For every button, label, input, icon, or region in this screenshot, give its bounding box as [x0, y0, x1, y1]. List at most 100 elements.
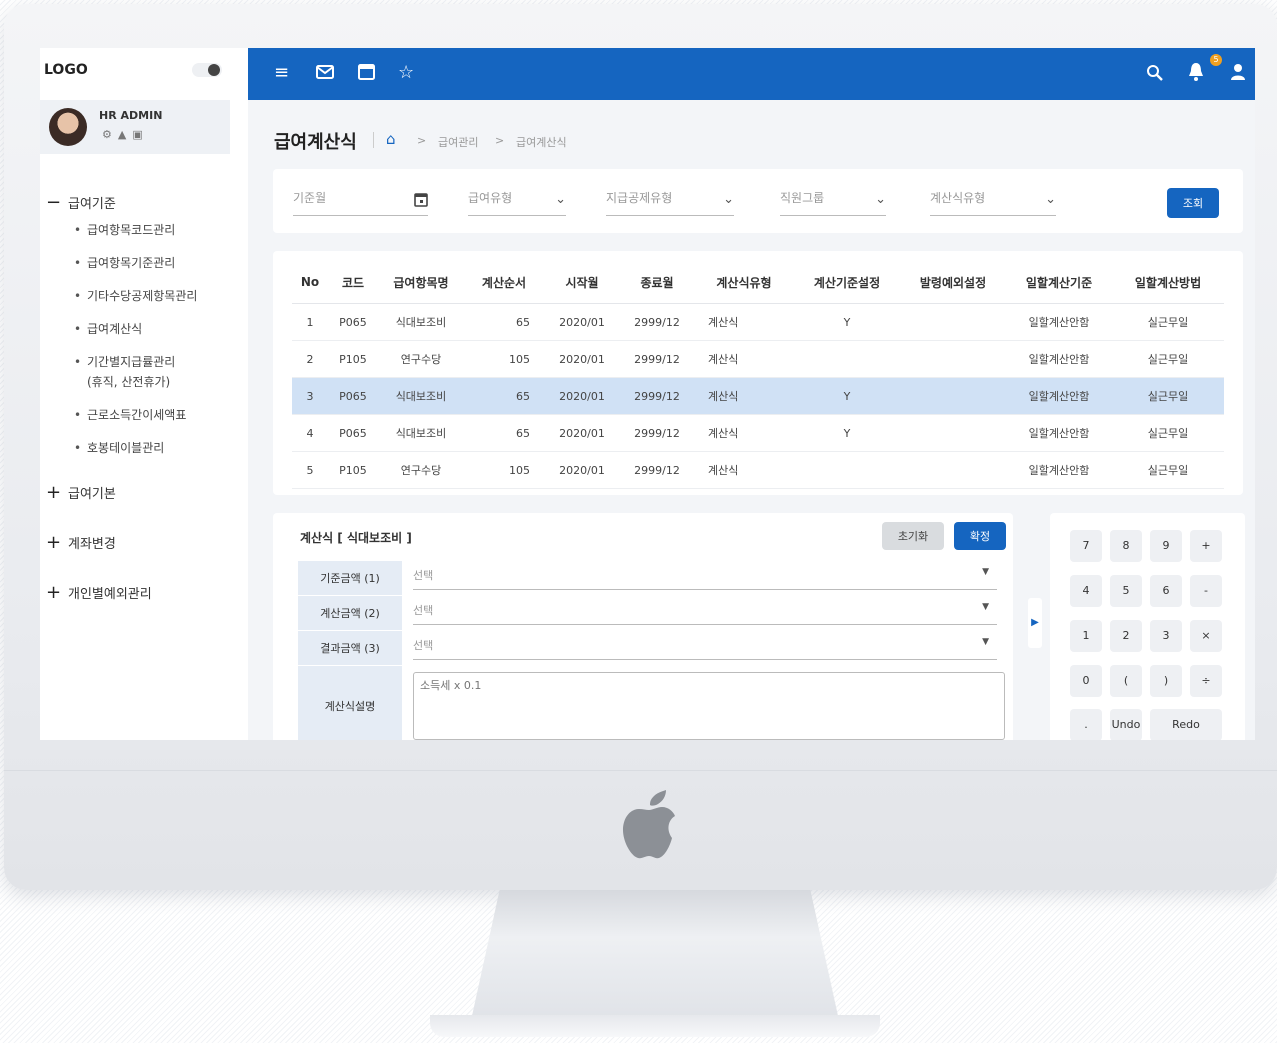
key-3[interactable]: 3	[1150, 620, 1182, 652]
monitor-chin-divider	[4, 770, 1277, 771]
sidebar-item-pay-code[interactable]: 급여항목코드관리	[46, 222, 246, 238]
column-header[interactable]: 종료월	[620, 261, 694, 304]
menu-group-label: 급여기본	[68, 486, 116, 502]
cell-prorate-method: 실근무일	[1112, 340, 1224, 378]
column-header[interactable]: 계산식유형	[694, 261, 794, 304]
key-divide[interactable]: ÷	[1190, 665, 1222, 697]
person-icon[interactable]: ▲	[118, 128, 132, 141]
column-header[interactable]: 일할계산기준	[1006, 261, 1112, 304]
home-icon[interactable]: ⌂	[386, 130, 396, 148]
formula-type-select[interactable]: 계산식유형 ⌄	[930, 189, 1056, 216]
key-minus[interactable]: -	[1190, 575, 1222, 607]
sidebar-item-period-rate-note: (휴직, 산전휴가)	[87, 375, 171, 389]
key-4[interactable]: 4	[1070, 575, 1102, 607]
key-close-paren[interactable]: )	[1150, 665, 1182, 697]
cell-formula-type: 계산식	[694, 377, 794, 415]
bell-icon[interactable]	[1188, 62, 1204, 82]
table-row[interactable]: 2 P105 연구수당 105 2020/01 2999/12 계산식 일할계산…	[292, 340, 1224, 378]
deduction-type-select[interactable]: 지급공제유형 ⌄	[606, 189, 734, 216]
base-amount-select[interactable]: 선택 ▼	[413, 567, 997, 590]
column-header[interactable]: 코드	[328, 261, 378, 304]
menu-group-personal-exception[interactable]: + 개인별예외관리	[46, 578, 246, 606]
cell-end-month: 2999/12	[620, 340, 694, 378]
gear-icon[interactable]: ⚙	[102, 128, 118, 141]
menu-icon[interactable]: ≡	[274, 62, 289, 83]
table-row[interactable]: 4 P065 식대보조비 65 2020/01 2999/12 계산식 Y 일할…	[292, 414, 1224, 452]
cell-calc-setting: Y	[794, 414, 900, 452]
sidebar-item-salary-step[interactable]: 호봉테이블관리	[46, 440, 246, 456]
key-plus[interactable]: +	[1190, 530, 1222, 562]
redo-button[interactable]: Redo	[1150, 709, 1222, 740]
table-row-selected[interactable]: 3 P065 식대보조비 65 2020/01 2999/12 계산식 Y 일할…	[292, 377, 1224, 415]
page-title: 급여계산식	[274, 132, 357, 153]
base-month-field[interactable]: 기준월	[293, 189, 428, 216]
pay-formula-table: No 코드 급여항목명 계산순서 시작월 종료월 계산식유형 계산기준설정 발령…	[292, 261, 1224, 489]
app-logo: LOGO	[44, 62, 88, 78]
table-row[interactable]: 5 P105 연구수당 105 2020/01 2999/12 계산식 일할계산…	[292, 451, 1224, 489]
formula-description-label: 계산식설명	[298, 666, 402, 740]
card-icon[interactable]: ▣	[132, 128, 148, 141]
mail-icon[interactable]	[316, 64, 334, 80]
key-2[interactable]: 2	[1110, 620, 1142, 652]
column-header[interactable]: 일할계산방법	[1112, 261, 1224, 304]
key-decimal[interactable]: .	[1070, 709, 1102, 740]
key-multiply[interactable]: ×	[1190, 620, 1222, 652]
formula-description-input[interactable]	[413, 672, 1005, 740]
confirm-button[interactable]: 확정	[954, 522, 1006, 550]
sidebar-item-tax-table[interactable]: 근로소득간이세액표	[46, 407, 246, 423]
cell-end-month: 2999/12	[620, 303, 694, 341]
sidebar-item-allowance-deduction[interactable]: 기타수당공제항목관리	[46, 288, 246, 304]
calc-amount-label: 계산금액 (2)	[298, 596, 402, 630]
undo-button[interactable]: Undo	[1110, 709, 1142, 740]
top-bar: ≡ ☆ 5	[248, 48, 1255, 100]
reset-button[interactable]: 초기화	[882, 522, 944, 550]
cell-calc-setting: Y	[794, 303, 900, 341]
base-amount-value: 선택	[413, 569, 434, 582]
sidebar-item-pay-standard[interactable]: 급여항목기준관리	[46, 255, 246, 271]
result-amount-select[interactable]: 선택 ▼	[413, 637, 997, 660]
monitor-stand-base	[430, 1015, 880, 1037]
key-7[interactable]: 7	[1070, 530, 1102, 562]
table-header-row: No 코드 급여항목명 계산순서 시작월 종료월 계산식유형 계산기준설정 발령…	[292, 261, 1224, 304]
column-header[interactable]: 계산순서	[464, 261, 544, 304]
key-9[interactable]: 9	[1150, 530, 1182, 562]
column-header[interactable]: 시작월	[544, 261, 620, 304]
column-header[interactable]: No	[292, 261, 328, 304]
key-open-paren[interactable]: (	[1110, 665, 1142, 697]
cell-calc-setting	[794, 451, 900, 489]
user-icon[interactable]	[1230, 63, 1246, 81]
menu-group-account-change[interactable]: + 계좌변경	[46, 528, 246, 556]
panel-toggle-arrow-icon[interactable]: ▶	[1028, 598, 1042, 648]
key-0[interactable]: 0	[1070, 665, 1102, 697]
breadcrumb-item[interactable]: 급여관리	[438, 134, 478, 150]
menu-group-pay-standard[interactable]: − 급여기준	[46, 188, 246, 216]
calendar-icon[interactable]	[414, 192, 428, 207]
key-8[interactable]: 8	[1110, 530, 1142, 562]
menu-group-pay-basic[interactable]: + 급여기본	[46, 478, 246, 506]
key-5[interactable]: 5	[1110, 575, 1142, 607]
key-6[interactable]: 6	[1150, 575, 1182, 607]
cell-prorate-method: 실근무일	[1112, 414, 1224, 452]
formula-title: 계산식 [ 식대보조비 ]	[300, 531, 412, 545]
pay-type-select[interactable]: 급여유형 ⌄	[468, 189, 566, 216]
column-header[interactable]: 발령예외설정	[900, 261, 1006, 304]
calendar-icon[interactable]	[358, 63, 375, 80]
caret-down-icon: ▼	[982, 567, 989, 577]
search-button[interactable]: 조회	[1167, 188, 1219, 218]
table-row[interactable]: 1 P065 식대보조비 65 2020/01 2999/12 계산식 Y 일할…	[292, 303, 1224, 341]
cell-item-name: 연구수당	[378, 451, 464, 489]
calc-amount-select[interactable]: 선택 ▼	[413, 602, 997, 625]
cell-prorate-method: 실근무일	[1112, 451, 1224, 489]
notification-badge: 5	[1210, 54, 1222, 66]
column-header[interactable]: 계산기준설정	[794, 261, 900, 304]
column-header[interactable]: 급여항목명	[378, 261, 464, 304]
sidebar-item-pay-formula[interactable]: 급여계산식	[46, 321, 246, 337]
profile-card: HR ADMIN ⚙▲▣	[40, 100, 230, 154]
cell-start-month: 2020/01	[544, 340, 620, 378]
search-icon[interactable]	[1146, 64, 1163, 81]
sidebar-item-period-rate[interactable]: 기간별지급률관리	[46, 354, 246, 370]
sidebar-collapse-toggle[interactable]	[192, 63, 222, 77]
star-icon[interactable]: ☆	[398, 62, 414, 83]
staff-group-select[interactable]: 직원그룹 ⌄	[780, 189, 886, 216]
key-1[interactable]: 1	[1070, 620, 1102, 652]
